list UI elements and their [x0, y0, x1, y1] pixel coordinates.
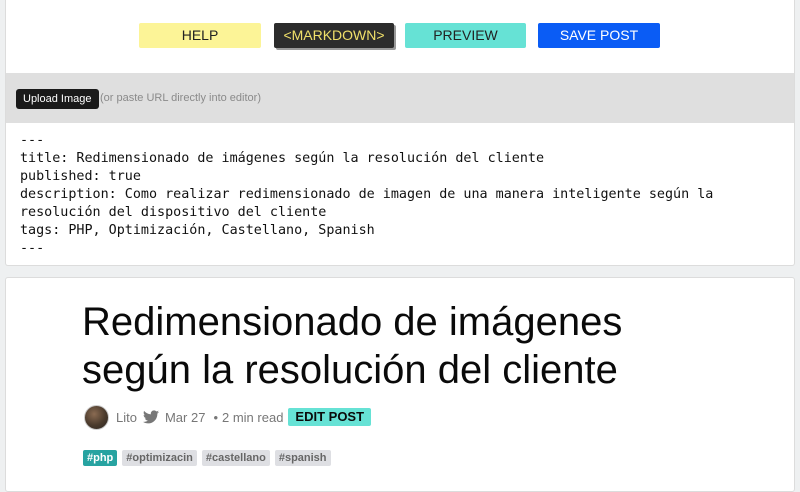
- tag-list: #php #optimizacin #castellano #spanish: [83, 450, 331, 466]
- editor-toolbar: HELP <MARKDOWN> PREVIEW SAVE POST: [6, 0, 794, 73]
- upload-bar: Upload Image (or paste URL directly into…: [6, 73, 794, 123]
- help-button[interactable]: HELP: [139, 23, 261, 48]
- post-date: Mar 27: [164, 409, 206, 425]
- tag-spanish[interactable]: #spanish: [274, 450, 331, 466]
- preview-button[interactable]: PREVIEW: [405, 23, 526, 48]
- avatar[interactable]: [84, 404, 109, 430]
- read-time: 2 min read: [222, 409, 284, 425]
- tag-php[interactable]: #php: [83, 450, 118, 466]
- upload-image-button[interactable]: Upload Image: [16, 89, 99, 109]
- author-name[interactable]: Lito: [116, 410, 137, 425]
- tag-optimizacin[interactable]: #optimizacin: [122, 450, 197, 466]
- meta-separator: •: [213, 409, 218, 425]
- markdown-button[interactable]: <MARKDOWN>: [274, 23, 394, 48]
- twitter-icon[interactable]: [142, 410, 159, 424]
- edit-post-button[interactable]: EDIT POST: [288, 408, 372, 426]
- upload-hint: (or paste URL directly into editor): [100, 92, 261, 104]
- save-post-button[interactable]: SAVE POST: [538, 23, 660, 48]
- post-title: Redimensionado de imágenes según la reso…: [82, 300, 623, 392]
- post-preview: Redimensionado de imágenes según la reso…: [5, 277, 795, 492]
- editor-panel: HELP <MARKDOWN> PREVIEW SAVE POST Upload…: [5, 0, 795, 266]
- post-meta: Lito Mar 27 • 2 min read EDIT POST: [84, 404, 372, 430]
- tag-castellano[interactable]: #castellano: [201, 450, 270, 466]
- markdown-editor[interactable]: --- title: Redimensionado de imágenes se…: [20, 132, 790, 258]
